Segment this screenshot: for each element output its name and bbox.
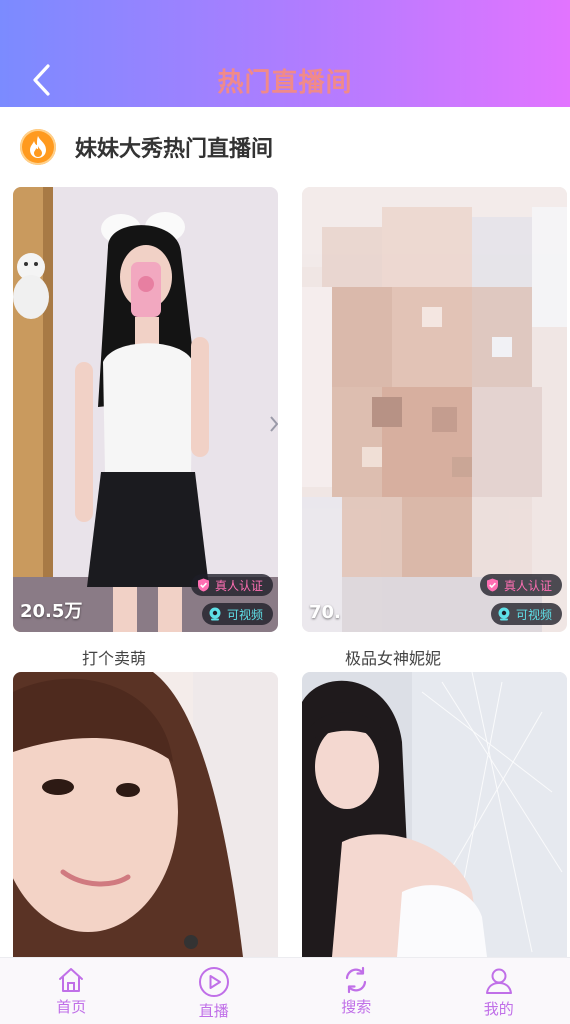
home-icon xyxy=(59,968,84,992)
play-icon xyxy=(198,967,229,997)
refresh-icon xyxy=(346,966,367,994)
verified-badge: 真人认证 xyxy=(190,574,273,596)
video-label: 可视频 xyxy=(515,607,552,622)
nav-item-live[interactable]: 直播 xyxy=(143,958,286,1024)
section-header: 妹妹大秀热门直播间 xyxy=(20,125,273,169)
nav-label-live: 直播 xyxy=(198,1002,229,1020)
bottom-nav: 首页 直播 搜索 我的 xyxy=(0,957,570,1024)
live-room-card[interactable]: 20.5万 真人认证 可视频 xyxy=(13,187,278,632)
live-room-card[interactable]: 70. 真人认证 可视频 xyxy=(302,187,567,632)
room-cover-image xyxy=(302,672,567,957)
nav-label-profile: 我的 xyxy=(483,1000,514,1018)
room-cover-image-pixelated xyxy=(302,187,567,632)
video-camera-icon xyxy=(208,607,222,621)
video-badge: 可视频 xyxy=(201,603,273,625)
live-room-card[interactable] xyxy=(13,672,278,957)
viewer-count: 70. xyxy=(309,602,341,623)
video-camera-icon xyxy=(497,607,511,621)
nav-item-home[interactable]: 首页 xyxy=(0,958,143,1024)
live-room-card[interactable] xyxy=(302,672,567,957)
header-bar: 热门直播间 xyxy=(0,0,570,107)
verified-badge: 真人认证 xyxy=(479,574,562,596)
video-label: 可视频 xyxy=(226,607,263,622)
room-cover-image xyxy=(13,187,278,632)
shield-check-icon xyxy=(197,578,210,592)
app-page: 热门直播间 妹妹大秀热门直播间 20.5万 真人认证 可视频 打个卖萌 70. … xyxy=(0,0,570,1024)
nav-item-search[interactable]: 搜索 xyxy=(285,958,428,1024)
verified-label: 真人认证 xyxy=(214,578,263,593)
room-name: 极品女神妮妮 xyxy=(345,649,442,668)
user-icon xyxy=(485,968,512,994)
room-name: 打个卖萌 xyxy=(82,649,147,668)
section-title: 妹妹大秀热门直播间 xyxy=(75,137,274,162)
nav-label-search: 搜索 xyxy=(341,998,372,1016)
page-title: 热门直播间 xyxy=(217,68,353,98)
room-cover-image xyxy=(13,672,278,957)
shield-check-icon xyxy=(486,578,499,592)
video-badge: 可视频 xyxy=(490,603,562,625)
nav-item-profile[interactable]: 我的 xyxy=(428,958,570,1024)
verified-label: 真人认证 xyxy=(503,578,552,593)
viewer-count: 20.5万 xyxy=(20,601,83,622)
fire-icon xyxy=(20,129,56,165)
nav-label-home: 首页 xyxy=(56,998,87,1016)
